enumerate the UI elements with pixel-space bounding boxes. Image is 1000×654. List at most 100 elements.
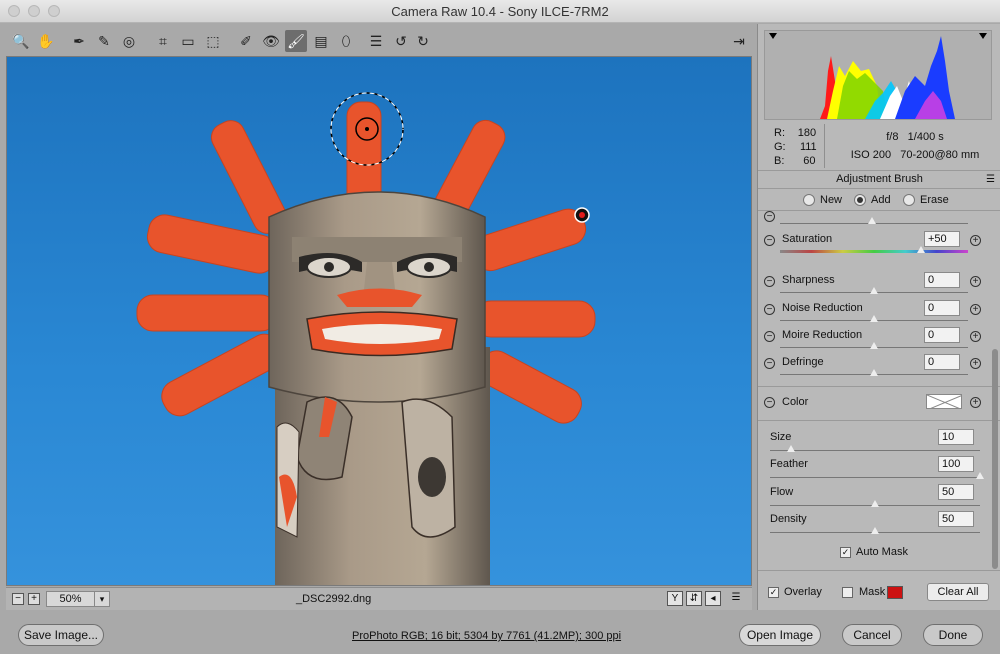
tool-bar: 🔍 ✋ ✒ ✎ ◎ ⌗ ▭ ⬚ ✐ 👁 🖌 ▤ ⬯ ☰ ↺ ↻ — [6, 28, 752, 56]
flow-value[interactable]: 50 — [938, 484, 974, 500]
hand-icon[interactable]: ✋ — [35, 30, 57, 52]
before-after-toggle-button[interactable]: Y — [667, 591, 683, 606]
zoom-select[interactable]: 50% ▾ — [46, 591, 110, 607]
brush-icon[interactable]: 🖌 — [285, 30, 307, 52]
b-label: B: — [774, 155, 785, 167]
cancel-button[interactable]: Cancel — [842, 624, 902, 646]
auto-mask-checkbox[interactable]: ✓ — [840, 547, 851, 558]
panel-menu-icon[interactable]: ☰ — [986, 174, 995, 185]
sharpness-plus-icon[interactable]: + — [970, 276, 981, 287]
level-icon[interactable]: ▭ — [177, 30, 199, 52]
defringe-minus-icon[interactable]: − — [764, 358, 775, 369]
saturation-minus-icon[interactable]: − — [764, 235, 775, 246]
clear-all-button[interactable]: Clear All — [927, 583, 989, 601]
mode-erase-label: Erase — [920, 194, 949, 206]
color-plus-icon[interactable]: + — [970, 397, 981, 408]
overlay-checkbox[interactable]: ✓ — [768, 587, 779, 598]
density-value[interactable]: 50 — [938, 511, 974, 527]
target-icon[interactable]: ◎ — [118, 30, 140, 52]
b-value: 60 — [803, 155, 816, 167]
moire-reduction-plus-icon[interactable]: + — [970, 331, 981, 342]
r-value: 180 — [797, 127, 817, 139]
copy-settings-button[interactable]: ◂ — [705, 591, 721, 606]
scrollbar-thumb[interactable] — [992, 349, 998, 569]
footer-bar: Save Image... ProPhoto RGB; 16 bit; 5304… — [0, 611, 1000, 654]
slider-thumb[interactable] — [870, 287, 878, 294]
moire-reduction-minus-icon[interactable]: − — [764, 331, 775, 342]
open-in-photoshop-icon[interactable]: ⇥ — [728, 30, 750, 52]
ellipse-icon[interactable]: ⬯ — [335, 30, 357, 52]
defringe-plus-icon[interactable]: + — [970, 358, 981, 369]
aperture-value: f/8 — [886, 131, 899, 143]
slider-thumb[interactable] — [917, 246, 925, 253]
done-button[interactable]: Done — [923, 624, 983, 646]
noise-reduction-label: Noise Reduction — [782, 302, 863, 314]
feather-value[interactable]: 100 — [938, 456, 974, 472]
transform-icon[interactable]: ⬚ — [202, 30, 224, 52]
saturation-gradient — [780, 250, 968, 253]
magnifier-icon[interactable]: 🔍 — [10, 30, 32, 52]
lens-value: 70-200@80 mm — [900, 149, 980, 161]
saturation-value[interactable]: +50 — [924, 231, 960, 247]
defringe-label: Defringe — [782, 356, 824, 368]
eye-icon[interactable]: 👁 — [260, 30, 282, 52]
size-track — [770, 450, 980, 451]
noise-reduction-value[interactable]: 0 — [924, 300, 960, 316]
camera-info: f/8 1/400 s ISO 200 70-200@80 mm — [840, 128, 990, 164]
color-sampler-icon[interactable]: ✎ — [93, 30, 115, 52]
rotate-left-icon[interactable]: ↺ — [390, 30, 412, 52]
color-minus-icon[interactable]: − — [764, 397, 775, 408]
flow-thumb[interactable] — [871, 500, 879, 507]
minus-icon[interactable]: − — [764, 211, 775, 222]
view-settings-icon[interactable]: ☰ — [728, 591, 744, 606]
radio-new[interactable] — [803, 194, 815, 206]
sharpness-minus-icon[interactable]: − — [764, 276, 775, 287]
overlay-label: Overlay — [784, 586, 822, 598]
zoom-in-button[interactable]: + — [28, 593, 40, 605]
slider-thumb-partial[interactable] — [868, 217, 876, 224]
g-value: 111 — [799, 141, 817, 153]
moire-reduction-value[interactable]: 0 — [924, 327, 960, 343]
brush-heal-icon[interactable]: ✐ — [235, 30, 257, 52]
auto-mask-label: Auto Mask — [856, 546, 908, 558]
image-preview[interactable] — [6, 56, 752, 586]
slider-thumb[interactable] — [870, 315, 878, 322]
radio-erase[interactable] — [903, 194, 915, 206]
mask-color-swatch[interactable] — [887, 586, 903, 599]
eyedropper-icon[interactable]: ✒ — [68, 30, 90, 52]
color-swatch[interactable] — [926, 394, 962, 409]
zoom-out-button[interactable]: − — [12, 593, 24, 605]
file-name: _DSC2992.dng — [296, 593, 372, 605]
slider-thumb[interactable] — [870, 342, 878, 349]
saturation-plus-icon[interactable]: + — [970, 235, 981, 246]
crop-icon[interactable]: ⌗ — [152, 30, 174, 52]
size-thumb[interactable] — [787, 445, 795, 452]
open-image-button[interactable]: Open Image — [739, 624, 821, 646]
mode-new[interactable]: New — [803, 194, 842, 206]
swap-settings-button[interactable]: ⇵ — [686, 591, 702, 606]
slider-thumb[interactable] — [870, 369, 878, 376]
mode-add[interactable]: Add — [854, 194, 891, 206]
density-thumb[interactable] — [871, 527, 879, 534]
sharpness-value[interactable]: 0 — [924, 272, 960, 288]
histogram — [764, 30, 992, 120]
status-bar: − + 50% ▾ _DSC2992.dng Y ⇵ ◂ ☰ — [6, 587, 752, 610]
gradient-icon[interactable]: ▤ — [310, 30, 332, 52]
workflow-options-link[interactable]: ProPhoto RGB; 16 bit; 5304 by 7761 (41.2… — [352, 630, 621, 642]
feather-thumb[interactable] — [976, 472, 984, 479]
noise-reduction-minus-icon[interactable]: − — [764, 304, 775, 315]
save-image-button[interactable]: Save Image... — [18, 624, 104, 646]
shutter-value: 1/400 s — [907, 131, 944, 143]
rotate-right-icon[interactable]: ↻ — [412, 30, 434, 52]
list-icon[interactable]: ☰ — [365, 30, 387, 52]
panel-scrollbar[interactable] — [991, 224, 999, 569]
noise-reduction-plus-icon[interactable]: + — [970, 304, 981, 315]
radio-add[interactable] — [854, 194, 866, 206]
size-value[interactable]: 10 — [938, 429, 974, 445]
title-bar: Camera Raw 10.4 - Sony ILCE-7RM2 — [0, 0, 1000, 23]
mode-erase[interactable]: Erase — [903, 194, 949, 206]
mode-add-label: Add — [871, 194, 891, 206]
defringe-value[interactable]: 0 — [924, 354, 960, 370]
mask-checkbox[interactable] — [842, 587, 853, 598]
mode-new-label: New — [820, 194, 843, 206]
